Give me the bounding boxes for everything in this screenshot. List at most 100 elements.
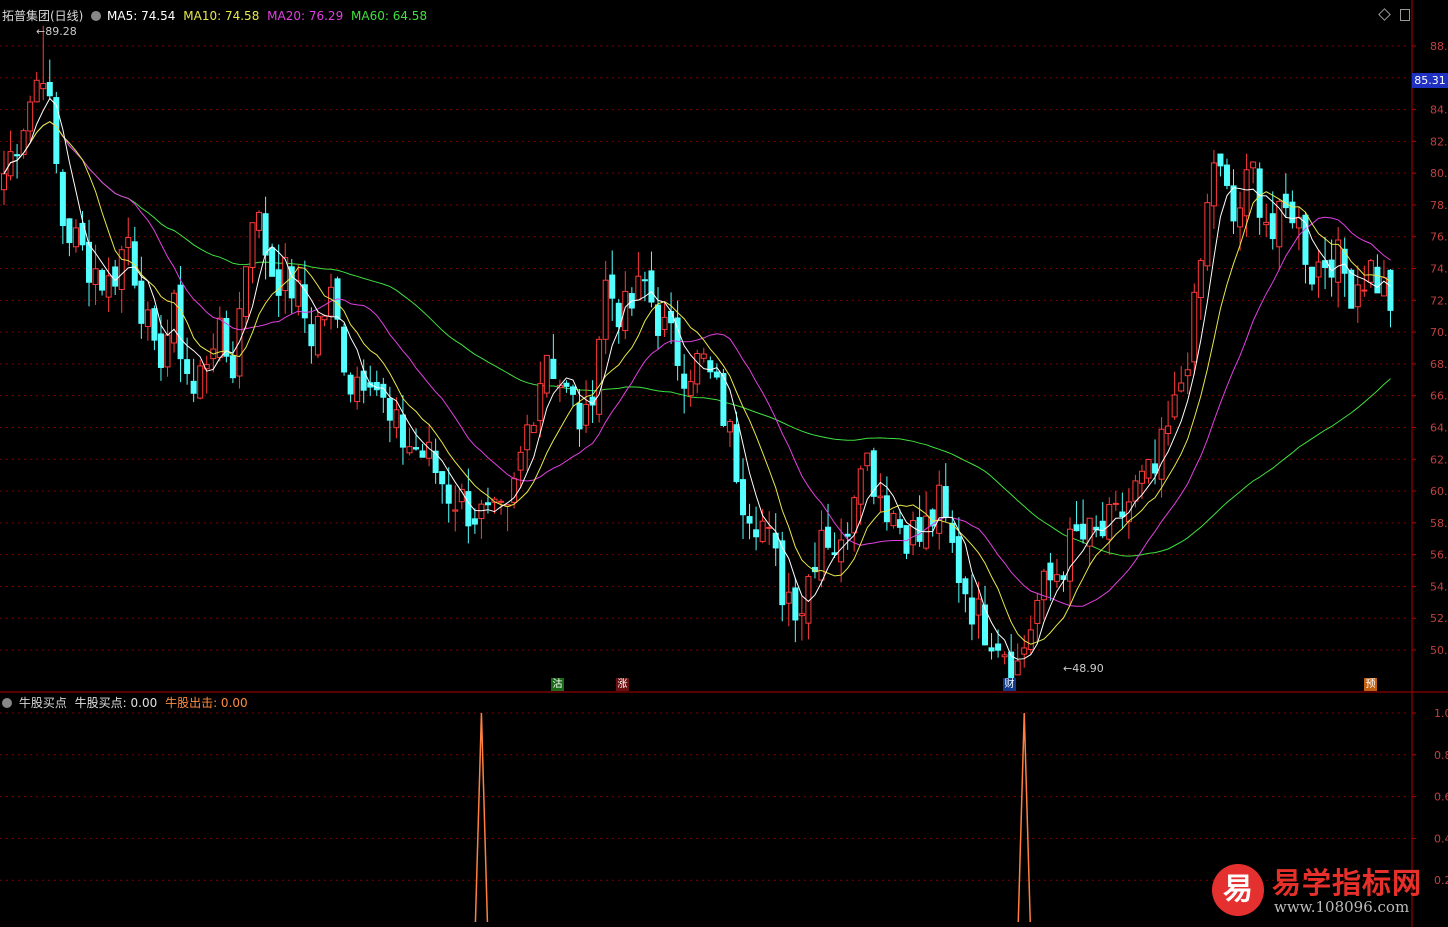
- candle-body: [1112, 502, 1119, 505]
- candle-body: [275, 269, 282, 296]
- sub-tick-label: 0.6: [1434, 791, 1448, 804]
- candle-body: [563, 382, 570, 387]
- candle-body: [968, 597, 975, 625]
- candle-body: [785, 591, 792, 604]
- candle-body: [537, 383, 544, 422]
- candle-body: [445, 484, 452, 504]
- candle-body: [40, 82, 47, 90]
- candle-body: [870, 450, 877, 497]
- candle-body: [877, 495, 884, 499]
- candle-body: [726, 420, 733, 433]
- price-tick-label: 82.01: [1430, 135, 1448, 148]
- candle-body: [92, 268, 99, 286]
- candle-body: [1354, 284, 1361, 308]
- candle-body: [1158, 428, 1165, 480]
- candle: [20, 128, 27, 159]
- candle-body: [1250, 161, 1257, 169]
- candle-body: [936, 484, 943, 534]
- candle-body: [1027, 629, 1034, 650]
- candle: [1191, 283, 1198, 376]
- candle-body: [1152, 463, 1159, 474]
- panel-menu-icon[interactable]: [1400, 9, 1410, 21]
- candle-body: [655, 304, 661, 336]
- candle: [341, 323, 348, 376]
- candle-body: [419, 450, 426, 458]
- candle-body: [393, 409, 400, 429]
- candle-body: [171, 292, 178, 344]
- candle-body: [583, 403, 590, 426]
- ma20-value: MA20: 76.29: [267, 9, 344, 23]
- sub-indicator-name[interactable]: 牛股买点: [19, 696, 67, 710]
- candle-body: [596, 338, 603, 415]
- candle-body: [1204, 202, 1211, 267]
- candle-body: [354, 376, 361, 403]
- candle-body: [1380, 277, 1387, 297]
- candle-body: [1269, 213, 1276, 240]
- ma60-value: MA60: 64.58: [351, 9, 428, 23]
- candle-body: [753, 529, 760, 538]
- candle-body: [452, 509, 459, 512]
- candle: [314, 310, 321, 359]
- price-tick-label: 74.01: [1430, 263, 1448, 276]
- candle-body: [1309, 266, 1315, 285]
- candle-body: [1315, 261, 1322, 278]
- high-price-label: ←89.28: [36, 25, 77, 38]
- watermark: 易 易学指标网 www.108096.com: [1212, 858, 1422, 924]
- candle-body: [262, 213, 269, 256]
- stock-title[interactable]: 拓普集团(日线): [2, 9, 83, 23]
- candle-body: [7, 151, 14, 177]
- price-tick-label: 56.01: [1430, 549, 1448, 562]
- candle-body: [864, 452, 871, 467]
- candle-body: [1191, 291, 1198, 363]
- candle-body: [471, 518, 478, 525]
- candle-body: [1230, 185, 1237, 222]
- current-price-tag: 85.31: [1412, 73, 1448, 88]
- candle-body: [177, 284, 184, 360]
- collapse-icon[interactable]: [91, 11, 102, 21]
- price-tick-label: 72.01: [1430, 294, 1448, 307]
- candle-body: [432, 450, 439, 474]
- event-marker-yu[interactable]: 预: [1364, 678, 1377, 691]
- candle-body: [982, 604, 988, 646]
- watermark-url: www.108096.com: [1274, 898, 1410, 916]
- price-tick-label: 70.01: [1430, 326, 1448, 339]
- price-tick-label: 80.01: [1430, 167, 1448, 180]
- candle-body: [498, 500, 505, 503]
- candle-body: [347, 374, 354, 395]
- candle-body: [1374, 266, 1381, 294]
- event-marker-gu[interactable]: 沽: [551, 678, 564, 691]
- candle-body: [53, 97, 60, 164]
- candle-body: [1178, 382, 1185, 392]
- candle-body: [818, 529, 825, 581]
- sub-tick-label: 0.4: [1434, 832, 1448, 845]
- candle-body: [962, 578, 969, 595]
- candle: [53, 91, 60, 174]
- sub-collapse-icon[interactable]: [2, 698, 12, 708]
- candle-body: [687, 381, 694, 397]
- stock-chart[interactable]: 88.0186.0184.0182.0180.0178.0176.0174.01…: [0, 0, 1448, 927]
- candle: [197, 359, 204, 400]
- candle-body: [792, 587, 799, 621]
- candle-body: [942, 486, 949, 518]
- candle-body: [341, 326, 348, 373]
- candle-body: [1132, 480, 1139, 502]
- candle-body: [1387, 269, 1394, 311]
- candle-body: [413, 447, 420, 450]
- candle-body: [399, 414, 406, 448]
- candle-body: [112, 266, 119, 287]
- candle-body: [1282, 193, 1289, 209]
- price-tick-label: 58.01: [1430, 517, 1448, 530]
- price-tick-label: 64.01: [1430, 421, 1448, 434]
- candle-body: [1073, 524, 1080, 532]
- candle-body: [484, 502, 491, 506]
- price-tick-label: 84.01: [1430, 104, 1448, 117]
- price-tick-label: 88.01: [1430, 40, 1448, 53]
- candle-body: [99, 269, 106, 291]
- candle-body: [740, 479, 747, 516]
- event-marker-cai[interactable]: 财: [1003, 678, 1016, 691]
- candle-body: [844, 533, 851, 537]
- candle-body: [1361, 289, 1368, 292]
- ma10-value: MA10: 74.58: [183, 9, 260, 23]
- event-marker-zhang[interactable]: 涨: [616, 678, 629, 691]
- candle-body: [720, 372, 727, 426]
